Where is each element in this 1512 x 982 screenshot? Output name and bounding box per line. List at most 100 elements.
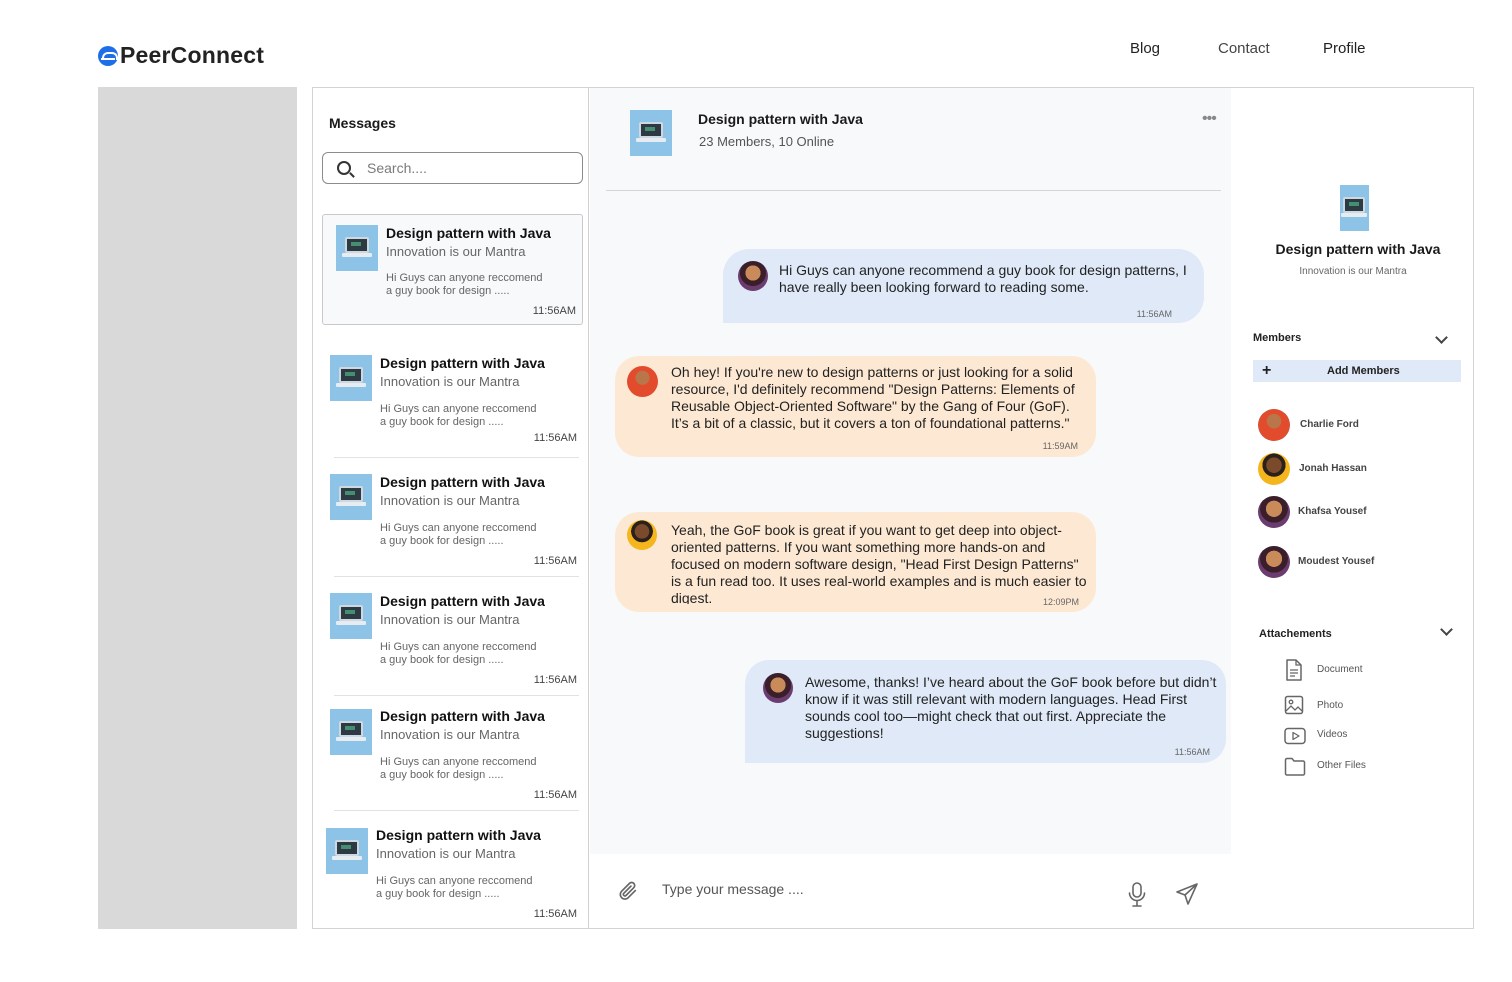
- chat-item-title: Design pattern with Java: [380, 474, 545, 490]
- member-name: Charlie Ford: [1300, 419, 1359, 430]
- avatar: [738, 261, 768, 291]
- add-members-button[interactable]: + Add Members: [1253, 360, 1461, 382]
- laptop-icon: [345, 237, 369, 253]
- group-thumbnail: [1340, 185, 1369, 231]
- laptop-base: [336, 502, 366, 506]
- chat-item-time: 11:56AM: [533, 789, 577, 801]
- messenger-frame: Messages Design pattern with Java Innova…: [312, 87, 1474, 929]
- laptop-base: [336, 621, 366, 625]
- chat-title: Design pattern with Java: [698, 111, 863, 127]
- attachment-clip-icon[interactable]: [617, 879, 639, 903]
- avatar: [627, 520, 657, 550]
- chat-item-preview-line: Hi Guys can anyone reccomend: [380, 641, 537, 653]
- divider: [334, 457, 579, 458]
- chat-list-item[interactable]: Design pattern with Java Innovation is o…: [322, 346, 583, 458]
- app-root: PeerConnect Blog Contact Profile Message…: [0, 0, 1512, 982]
- more-horizontal-icon[interactable]: •••: [1202, 110, 1217, 128]
- chat-thumbnail: [330, 593, 372, 639]
- chat-item-title: Design pattern with Java: [380, 708, 545, 724]
- laptop-base: [636, 138, 666, 142]
- nav-contact-link[interactable]: Contact: [1218, 40, 1270, 57]
- member-name: Jonah Hassan: [1299, 463, 1367, 474]
- chat-thumbnail: [330, 709, 372, 755]
- chat-item-preview: Hi Guys can anyone reccomend a guy book f…: [380, 756, 550, 782]
- group-subtitle: Innovation is our Mantra: [1299, 266, 1407, 277]
- chat-item-time: 11:56AM: [533, 674, 577, 686]
- microphone-icon[interactable]: [1127, 882, 1147, 908]
- chat-item-subtitle: Innovation is our Mantra: [380, 727, 520, 742]
- message-time: 12:09PM: [1042, 597, 1079, 607]
- divider: [334, 576, 579, 577]
- chat-item-title: Design pattern with Java: [380, 355, 545, 371]
- chat-item-subtitle: Innovation is our Mantra: [376, 846, 516, 861]
- folder-icon: [1284, 757, 1306, 776]
- chat-thumbnail: [336, 225, 378, 271]
- search-box[interactable]: [322, 152, 583, 184]
- document-icon: [1286, 659, 1302, 681]
- messages-title: Messages: [329, 115, 396, 131]
- laptop-base: [342, 253, 372, 257]
- avatar: [627, 366, 658, 397]
- chat-item-preview-line: Hi Guys can anyone reccomend: [380, 756, 537, 768]
- chat-list-item[interactable]: Design pattern with Java Innovation is o…: [322, 700, 583, 811]
- chat-thumbnail: [326, 828, 368, 874]
- member-name: Khafsa Yousef: [1298, 506, 1367, 517]
- chat-item-preview: Hi Guys can anyone reccomend a guy book f…: [376, 875, 546, 901]
- search-input[interactable]: [367, 160, 557, 176]
- message-time: 11:59AM: [1042, 441, 1078, 451]
- chat-item-preview: Hi Guys can anyone reccomend a guy book f…: [380, 522, 550, 548]
- chat-item-preview: Hi Guys can anyone reccomend a guy book f…: [380, 403, 550, 429]
- avatar: [1258, 409, 1290, 441]
- chat-list-item[interactable]: Design pattern with Java Innovation is o…: [322, 214, 583, 325]
- divider: [334, 695, 579, 696]
- brand-logo[interactable]: PeerConnect: [98, 42, 264, 69]
- chat-item-time: 11:56AM: [533, 555, 577, 567]
- nav-blog-link[interactable]: Blog: [1130, 40, 1160, 57]
- attachments-label: Attachements: [1259, 628, 1332, 640]
- chat-item-subtitle: Innovation is our Mantra: [380, 374, 520, 389]
- logo-icon: [98, 45, 118, 66]
- chat-list-item[interactable]: Design pattern with Java Innovation is o…: [322, 465, 583, 577]
- laptop-icon: [639, 122, 663, 138]
- avatar-image: [1258, 409, 1290, 441]
- chat-list-item[interactable]: Design pattern with Java Innovation is o…: [322, 584, 583, 696]
- laptop-icon: [1343, 197, 1365, 213]
- message-bubble-outgoing: Awesome, thanks! I’ve heard about the Go…: [745, 660, 1226, 763]
- message-composer: [590, 854, 1231, 928]
- attachment-label: Document: [1317, 664, 1363, 675]
- attachment-label: Photo: [1317, 700, 1344, 711]
- message-input[interactable]: [662, 878, 1082, 900]
- chat-item-subtitle: Innovation is our Mantra: [380, 493, 520, 508]
- laptop-icon: [339, 721, 363, 737]
- chat-item-preview-line: a guy book for design .....: [380, 416, 504, 428]
- chat-item-preview-line: a guy book for design .....: [380, 654, 504, 666]
- message-text: Awesome, thanks! I’ve heard about the Go…: [805, 674, 1217, 741]
- chat-list-item[interactable]: Design pattern with Java Innovation is o…: [322, 819, 583, 927]
- chat-item-preview-line: Hi Guys can anyone reccomend: [376, 875, 533, 887]
- laptop-icon: [335, 840, 359, 856]
- left-sidebar-placeholder: [98, 87, 297, 929]
- member-name: Moudest Yousef: [1298, 556, 1375, 567]
- nav-profile-link[interactable]: Profile: [1323, 40, 1366, 57]
- laptop-base: [336, 737, 366, 741]
- chat-thumbnail: [330, 474, 372, 520]
- send-icon[interactable]: [1175, 882, 1199, 906]
- group-title: Design pattern with Java: [1275, 241, 1441, 257]
- message-text: Hi Guys can anyone recommend a guy book …: [779, 262, 1187, 295]
- attachment-label: Videos: [1317, 729, 1348, 740]
- members-chevron-down-icon[interactable]: [1435, 331, 1448, 344]
- brand-name: PeerConnect: [120, 42, 265, 68]
- laptop-icon: [339, 605, 363, 621]
- attachments-chevron-down-icon[interactable]: [1440, 623, 1453, 636]
- video-icon: [1284, 727, 1306, 745]
- group-info-panel: Design pattern with Java Innovation is o…: [1232, 88, 1473, 928]
- laptop-base: [336, 383, 366, 387]
- photo-icon: [1284, 695, 1304, 715]
- chat-item-title: Design pattern with Java: [376, 827, 541, 843]
- laptop-base: [332, 856, 362, 860]
- chat-item-preview-line: a guy book for design .....: [380, 769, 504, 781]
- avatar: [1258, 496, 1290, 528]
- chat-item-preview-line: Hi Guys can anyone reccomend: [380, 522, 537, 534]
- plus-icon: +: [1262, 362, 1272, 379]
- chat-item-preview-line: Hi Guys can anyone reccomend: [386, 272, 543, 284]
